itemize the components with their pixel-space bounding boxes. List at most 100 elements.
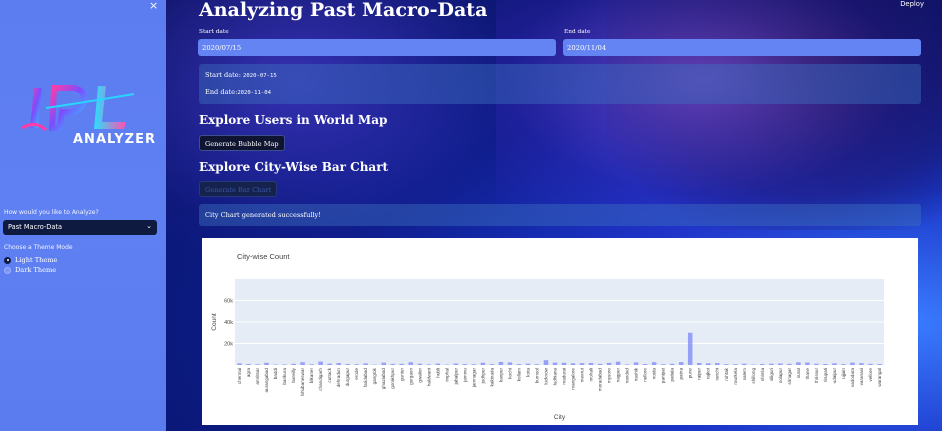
- bar: [597, 363, 603, 365]
- analyze-mode-label: How would you like to Analyze?: [4, 209, 99, 216]
- end-date-label: End date: [564, 29, 591, 35]
- x-tick-label: ranchi: [715, 368, 720, 381]
- bar: [814, 363, 819, 365]
- x-tick-label: jamnagar: [471, 368, 476, 389]
- generate-bubble-map-button[interactable]: Generate Bubble Map: [199, 135, 285, 151]
- close-sidebar-icon[interactable]: ×: [149, 0, 158, 12]
- start-date-label: Start date: [199, 29, 229, 35]
- radio-light-theme[interactable]: Light Theme: [4, 256, 57, 264]
- sidebar: × ANALYZER How would you like to Analyze…: [0, 0, 166, 431]
- analyze-mode-select[interactable]: Past Macro-Data ⌄: [3, 220, 157, 235]
- x-tick-label: thrissur: [814, 368, 819, 384]
- bar: [525, 363, 531, 365]
- x-tick-label: nashik: [634, 367, 639, 381]
- ipl-analyzer-logo: ANALYZER: [16, 80, 156, 152]
- x-tick-label: raipur: [697, 368, 702, 380]
- bar: [408, 362, 414, 365]
- end-date-input[interactable]: 2020/11/04: [563, 39, 921, 56]
- x-axis-title: City: [554, 414, 566, 421]
- x-tick-label: gwalior: [417, 368, 422, 383]
- bar: [832, 363, 837, 365]
- x-tick-label: varanasi: [859, 368, 864, 385]
- x-tick-label: tirupati: [823, 368, 828, 382]
- radio-label-dark: Dark Theme: [15, 266, 57, 274]
- chart-svg: City-wise Count 20k 40k 60k Count chennai agra…: [211, 252, 884, 421]
- x-tick-label: faridabad: [363, 368, 368, 388]
- world-map-heading: Explore Users in World Map: [199, 113, 388, 127]
- bar: [300, 362, 305, 365]
- chart-title: City-wise Count: [237, 252, 290, 261]
- bar: [678, 362, 684, 365]
- x-tick-label: solapur: [778, 368, 783, 384]
- bar: [363, 363, 368, 365]
- bar: [489, 364, 495, 365]
- x-tick-label: guntur: [399, 368, 404, 381]
- bar: [742, 363, 747, 365]
- x-tick-label: kota: [525, 368, 530, 377]
- x-tick-label: udaipur: [832, 368, 837, 384]
- bar: [796, 362, 801, 365]
- x-tick-label: jabalpur: [453, 368, 458, 386]
- x-tick-label: kollam: [516, 368, 521, 381]
- y-tick-label: 20k: [224, 342, 233, 348]
- radio-selected-icon[interactable]: [4, 256, 11, 264]
- x-tick-label: kakinada: [489, 368, 494, 387]
- bar: [381, 362, 386, 365]
- summary-end-prefix: End date:: [205, 88, 238, 96]
- analyze-mode-value: Past Macro-Data: [8, 223, 63, 231]
- y-axis-title: Count: [211, 313, 218, 331]
- bar: [760, 364, 765, 365]
- bar: [480, 362, 486, 365]
- bar: [282, 364, 287, 365]
- generate-bar-chart-button[interactable]: Generate Bar Chart: [199, 181, 278, 197]
- x-tick-label: bareilly: [291, 367, 296, 382]
- x-tick-label: meerut: [580, 367, 585, 382]
- x-tick-label: erode: [354, 368, 359, 380]
- x-tick-label: panipat: [661, 367, 666, 383]
- bar: [606, 362, 612, 365]
- bar: [724, 364, 729, 365]
- bar: [336, 363, 341, 365]
- x-tick-label: lucknow: [543, 367, 548, 384]
- bar: [615, 361, 621, 365]
- bar: [327, 363, 332, 365]
- x-tick-label: mohali: [589, 368, 594, 382]
- x-tick-label: vellore: [868, 368, 873, 382]
- start-date-input[interactable]: 2020/07/15: [198, 39, 556, 56]
- page-title: Analyzing Past Macro-Data: [199, 0, 488, 21]
- x-tick-label: nellore: [643, 368, 648, 382]
- bar: [570, 363, 576, 365]
- x-tick-label: nanded: [625, 368, 630, 384]
- bar: [291, 363, 296, 365]
- x-tick-label: gangtok: [372, 367, 377, 384]
- x-tick-label: surat: [796, 367, 801, 378]
- y-tick-label: 40k: [224, 320, 233, 326]
- x-tick-label: rohtak: [724, 367, 729, 380]
- bar: [588, 362, 594, 365]
- bar: [696, 362, 702, 365]
- summary-start-prefix: Start date:: [205, 71, 241, 79]
- x-tick-label: amritsar: [255, 368, 260, 385]
- city-bar-chart[interactable]: City-wise Count 20k 40k 60k Count chennai agra…: [202, 238, 918, 425]
- bar: [453, 363, 459, 365]
- bar: [426, 364, 432, 365]
- bar: [769, 363, 774, 365]
- x-tick-label: ujjain: [841, 368, 846, 379]
- radio-unselected-icon[interactable]: [4, 266, 11, 274]
- bar: [823, 364, 828, 365]
- bar: [579, 363, 585, 365]
- x-tick-label: noida: [652, 368, 657, 380]
- x-tick-label: nagpur: [616, 368, 621, 383]
- x-tick-label: moradabad: [598, 368, 603, 392]
- bar: [868, 363, 873, 365]
- radio-dark-theme[interactable]: Dark Theme: [4, 266, 56, 274]
- x-tick-label: kanpur: [498, 368, 503, 383]
- chevron-down-icon: ⌄: [146, 222, 152, 230]
- x-tick-label: imphal: [444, 368, 449, 382]
- deploy-button[interactable]: Deploy: [900, 0, 924, 8]
- bar: [877, 364, 882, 365]
- bar: [705, 363, 711, 365]
- x-tick-label: jammu: [462, 368, 467, 383]
- success-alert: City Chart generated successfully!: [199, 204, 921, 226]
- bar: [805, 362, 810, 365]
